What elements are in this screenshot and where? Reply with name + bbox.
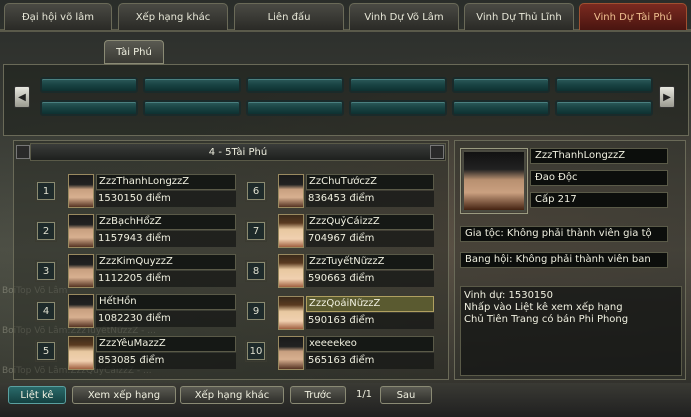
tab-vinh-du-thu-linh[interactable]: Vinh Dự Thủ Lĩnh: [464, 3, 574, 30]
player-score: 565163 điểm: [306, 353, 434, 369]
player-name: ZzChuTướczZ: [306, 174, 434, 190]
ranking-header: 4 - 5Tài Phú: [30, 143, 446, 161]
other-ranking-button[interactable]: Xếp hạng khác: [180, 386, 284, 404]
player-name: ZzzKimQuyzzZ: [96, 254, 236, 270]
player-avatar: [68, 174, 94, 208]
rank-entry-1[interactable]: ZzzThanhLongzzZ 1530150 điểm: [68, 174, 236, 208]
player-score: 590663 điểm: [306, 271, 434, 287]
player-score: 1157943 điểm: [96, 231, 236, 247]
player-name: ZzzYêuMazzZ: [96, 336, 236, 352]
rank-entry-3[interactable]: ZzzKimQuyzzZ 1112205 điểm: [68, 254, 236, 288]
player-avatar: [278, 174, 304, 208]
category-slot[interactable]: [452, 77, 550, 93]
player-avatar: [68, 336, 94, 370]
info-line: Chủ Tiên Trang có bán Phi Phong: [464, 314, 629, 325]
category-slot[interactable]: [40, 100, 138, 116]
player-avatar: [68, 254, 94, 288]
player-avatar: [68, 294, 94, 328]
scroll-left-button[interactable]: ◀: [14, 86, 30, 108]
detail-name-field: ZzzThanhLongzzZ: [530, 148, 668, 164]
tab-vinh-du-tai-phu[interactable]: Vinh Dự Tài Phú: [579, 3, 687, 30]
tab-dai-hoi-vo-lam[interactable]: Đại hội võ lâm: [4, 3, 112, 30]
rank-number-badge: 6: [245, 180, 267, 202]
detail-guild-field: Bang hội: Không phải thành viên ban: [460, 252, 668, 268]
player-avatar: [278, 296, 304, 330]
tab-lien-dau[interactable]: Liên đấu: [234, 3, 344, 30]
rank-number-badge: 7: [245, 220, 267, 242]
category-slot[interactable]: [349, 100, 447, 116]
rank-number-badge: 4: [35, 300, 57, 322]
rank-number-badge: 2: [35, 220, 57, 242]
player-name: xeeeekeo: [306, 336, 434, 352]
rank-entry-10[interactable]: xeeeekeo 565163 điểm: [278, 336, 446, 370]
left-arrow-icon: ◀: [18, 91, 26, 103]
right-arrow-icon: ▶: [663, 91, 671, 103]
rank-number-badge: 10: [245, 340, 267, 362]
category-slot[interactable]: [40, 77, 138, 93]
scroll-right-button[interactable]: ▶: [659, 86, 675, 108]
category-slot[interactable]: [555, 100, 653, 116]
rank-number-badge: 3: [35, 260, 57, 282]
player-score: 836453 điểm: [306, 191, 434, 207]
category-slot[interactable]: [143, 100, 241, 116]
rank-entry-7[interactable]: ZzzQuỷCáizzZ 704967 điểm: [278, 214, 446, 248]
rank-entry-9[interactable]: ZzzQoáiNữzzZ 590163 điểm: [278, 296, 446, 330]
ranking-window: BơiTop Võ Lâm BơiTop Võ Lâm:ZzzTuyếtNữzz…: [0, 0, 691, 417]
top-tab-bar: Đại hội võ lâm Xếp hạng khác Liên đấu Vi…: [0, 0, 691, 32]
player-score: 704967 điểm: [306, 231, 434, 247]
player-score: 1082230 điểm: [96, 311, 236, 327]
player-name: ZzBạchHổzZ: [96, 214, 236, 230]
player-name: ZzzQuỷCáizzZ: [306, 214, 434, 230]
category-slot[interactable]: [143, 77, 241, 93]
rank-entry-8[interactable]: ZzzTuyếtNữzzZ 590663 điểm: [278, 254, 446, 288]
header-ornament-icon: [16, 145, 30, 159]
category-slot[interactable]: [555, 77, 653, 93]
rank-number-badge: 8: [245, 260, 267, 282]
player-avatar: [278, 214, 304, 248]
tab-xep-hang-khac[interactable]: Xếp hạng khác: [118, 3, 228, 30]
rank-entry-4[interactable]: HếtHồn 1082230 điểm: [68, 294, 236, 328]
player-score: 1530150 điểm: [96, 191, 236, 207]
header-ornament-icon: [430, 145, 444, 159]
view-ranking-button[interactable]: Xem xếp hạng: [72, 386, 176, 404]
rank-number-badge: 9: [245, 300, 267, 322]
rank-entry-6[interactable]: ZzChuTướczZ 836453 điểm: [278, 174, 446, 208]
player-name: ZzzQoáiNữzzZ: [306, 296, 434, 312]
category-slot[interactable]: [246, 100, 344, 116]
rank-number-badge: 1: [35, 180, 57, 202]
category-slot[interactable]: [452, 100, 550, 116]
info-line: Nhấp vào Liệt kê xem xếp hạng: [464, 302, 623, 313]
tab-vinh-du-vo-lam[interactable]: Vinh Dự Võ Lâm: [349, 3, 459, 30]
player-avatar: [278, 254, 304, 288]
detail-level-field: Cấp 217: [530, 192, 668, 208]
info-line: Vinh dự: 1530150: [464, 290, 554, 301]
player-score: 853085 điểm: [96, 353, 236, 369]
category-slot[interactable]: [246, 77, 344, 93]
player-avatar: [278, 336, 304, 370]
rank-entry-2[interactable]: ZzBạchHổzZ 1157943 điểm: [68, 214, 236, 248]
player-name: ZzzThanhLongzzZ: [96, 174, 236, 190]
prev-page-button[interactable]: Trước: [290, 386, 346, 404]
detail-info-box: Vinh dự: 1530150 Nhấp vào Liệt kê xem xế…: [460, 286, 682, 376]
player-name: ZzzTuyếtNữzzZ: [306, 254, 434, 270]
selected-player-portrait: [460, 148, 528, 214]
detail-family-field: Gia tộc: Không phải thành viên gia tộ: [460, 226, 668, 242]
category-slot[interactable]: [349, 77, 447, 93]
rank-entry-5[interactable]: ZzzYêuMazzZ 853085 điểm: [68, 336, 236, 370]
subtab-tai-phu[interactable]: Tài Phú: [104, 40, 164, 64]
player-score: 1112205 điểm: [96, 271, 236, 287]
list-button[interactable]: Liệt kê: [8, 386, 66, 404]
rank-number-badge: 5: [35, 340, 57, 362]
player-name: HếtHồn: [96, 294, 236, 310]
player-score: 590163 điểm: [306, 313, 434, 329]
detail-school-field: Đao Độc: [530, 170, 668, 186]
page-indicator: 1/1: [355, 389, 373, 400]
next-page-button[interactable]: Sau: [380, 386, 432, 404]
player-avatar: [68, 214, 94, 248]
